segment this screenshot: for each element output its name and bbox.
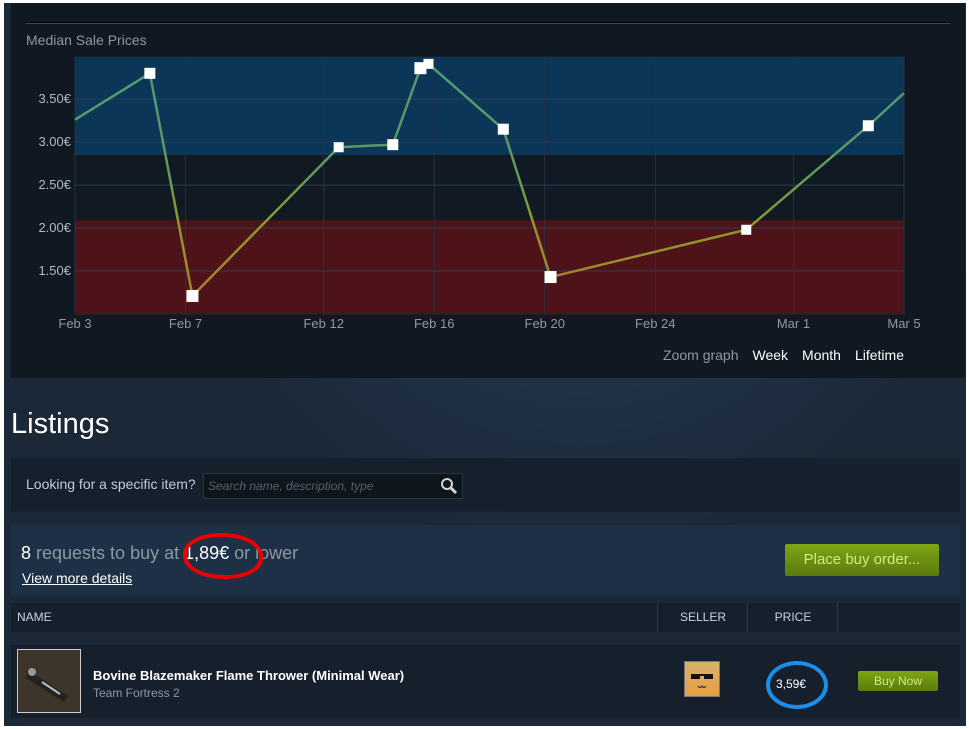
search-input[interactable] [204,474,435,498]
price-history-panel: Median Sale Prices 3.50€ 3.00€ 2.50€ 2.00€ 1… [11,3,965,378]
buy-now-button[interactable]: Buy Now [858,671,938,691]
search-icon[interactable] [440,477,458,500]
seller-avatar[interactable] [684,661,720,697]
y-tick-label: 3.50€ [38,91,71,106]
zoom-month-link[interactable]: Month [802,347,841,363]
place-buy-order-button[interactable]: Place buy order... [785,544,939,576]
x-tick-label: Feb 16 [414,316,454,331]
x-tick-label: Feb 20 [525,316,565,331]
price-band [75,220,904,314]
x-tick-label: Feb 12 [303,316,343,331]
y-tick-label: 3.00€ [38,134,71,149]
red-circle-annotation [183,533,263,579]
data-point [741,224,752,235]
header-price: PRICE [747,603,838,632]
zoom-label: Zoom graph [663,347,739,363]
zoom-controls: Zoom graph Week Month Lifetime [663,347,904,363]
search-box [203,473,463,499]
item-image[interactable] [17,649,81,713]
buy-order-summary: 8 requests to buy at 1,89€ or lower View… [11,525,960,595]
zoom-lifetime-link[interactable]: Lifetime [855,347,904,363]
data-point [423,58,434,69]
data-point [144,67,156,79]
listing-search-bar: Looking for a specific item? [11,458,960,512]
x-tick-label: Feb 24 [635,316,675,331]
listing-table-header: NAME SELLER PRICE [11,603,960,632]
data-point [186,289,199,302]
price-band [75,57,904,155]
header-name: NAME [17,610,52,624]
data-point [387,139,399,151]
view-more-details-link[interactable]: View more details [22,570,132,586]
header-divider [837,603,839,632]
search-label: Looking for a specific item? [26,476,196,492]
request-count: 8 [21,543,32,563]
zoom-week-link[interactable]: Week [753,347,789,363]
x-tick-label: Mar 5 [887,316,920,331]
price-chart[interactable]: 3.50€ 3.00€ 2.50€ 2.00€ 1.50€ Feb 3 Feb 7 Feb 1… [11,3,965,378]
y-tick-label: 1.50€ [38,263,71,278]
x-tick-label: Feb 7 [169,316,202,331]
listings-heading: Listings [11,408,110,440]
y-tick-label: 2.00€ [38,220,71,235]
market-page: Median Sale Prices 3.50€ 3.00€ 2.50€ 2.00€ 1… [4,3,966,726]
buy-order-text-before: requests to buy at [31,543,185,563]
header-seller: SELLER [657,603,748,632]
item-game: Team Fortress 2 [93,686,180,700]
y-tick-label: 2.50€ [38,177,71,192]
blue-circle-annotation [766,661,828,709]
data-point [497,123,509,135]
x-tick-label: Feb 3 [58,316,91,331]
data-point [544,271,557,284]
data-point [333,142,344,153]
x-tick-label: Mar 1 [777,316,810,331]
data-point [862,120,874,132]
item-name[interactable]: Bovine Blazemaker Flame Thrower (Minimal… [93,668,404,683]
